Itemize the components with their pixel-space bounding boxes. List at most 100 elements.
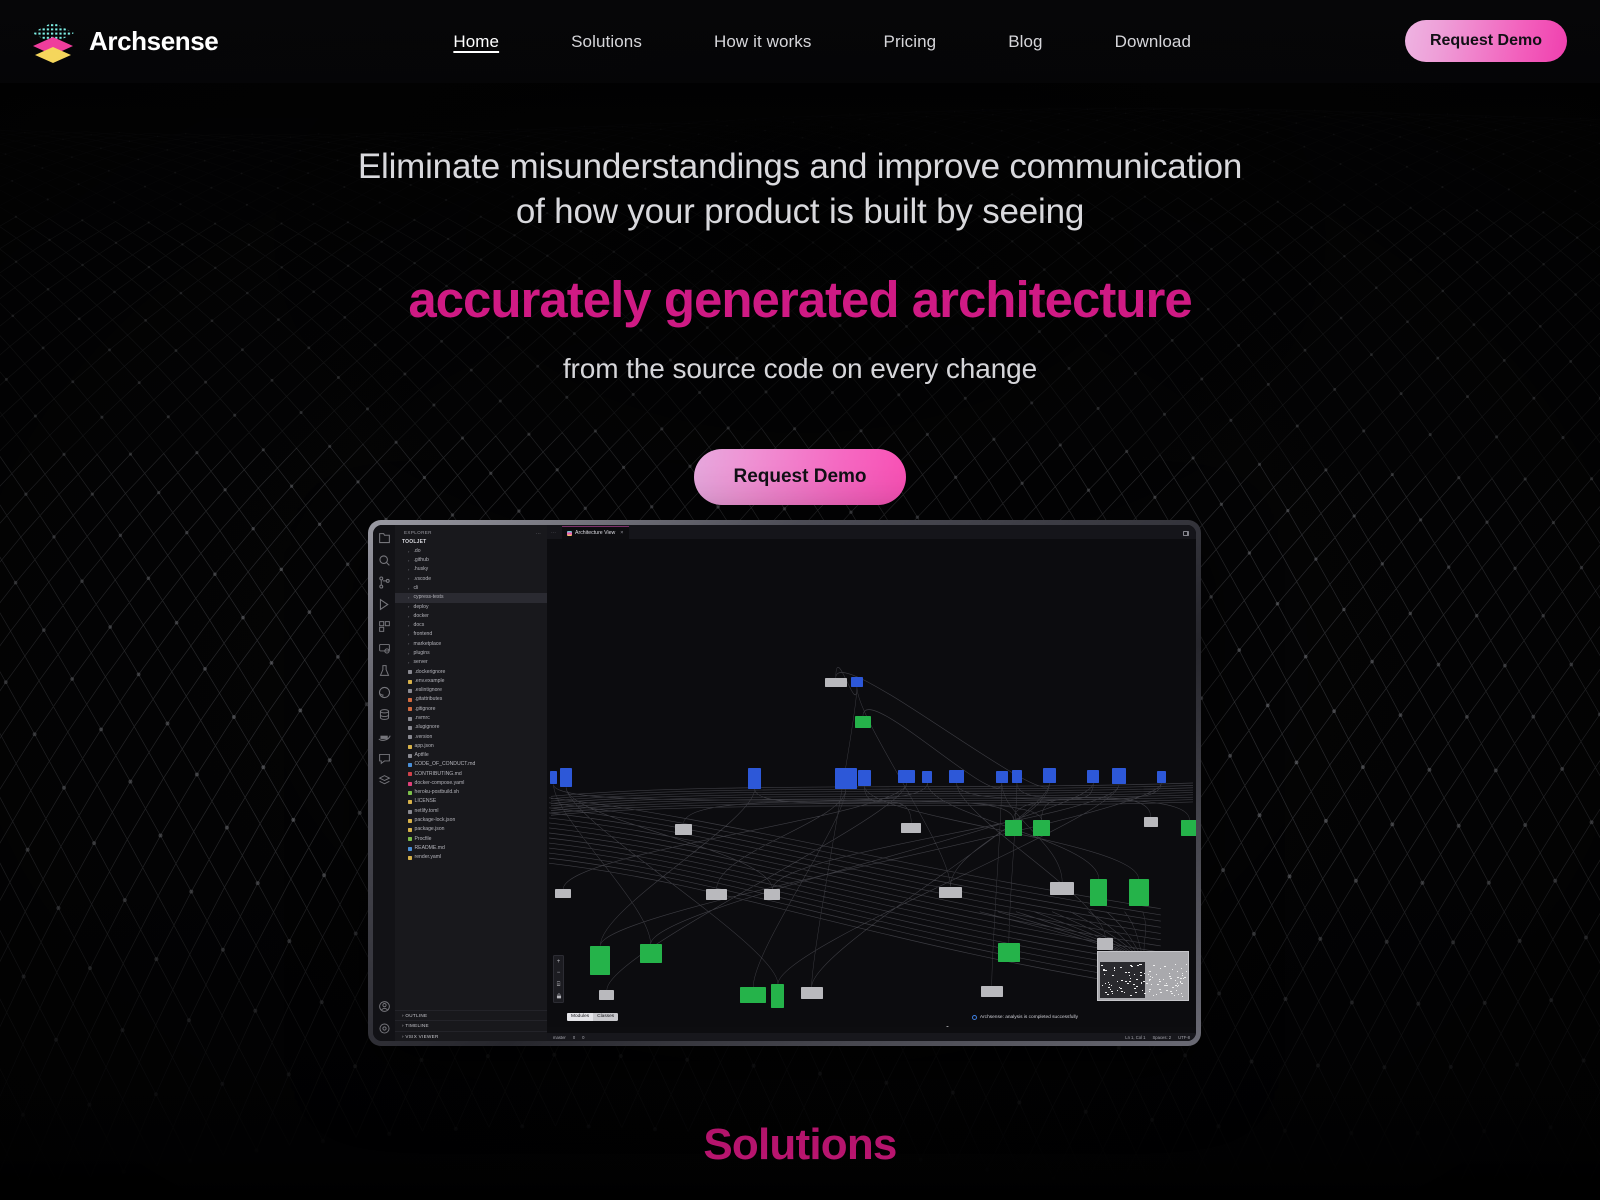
modules-toggle-button[interactable]: Modules xyxy=(567,1013,593,1021)
explorer-root-folder[interactable]: TOOLJET xyxy=(395,539,547,547)
graph-node[interactable] xyxy=(1181,820,1196,836)
database-icon[interactable] xyxy=(378,708,391,721)
nav-link-home[interactable]: Home xyxy=(453,26,499,58)
gear-icon[interactable] xyxy=(378,1022,391,1035)
status-cursor-position[interactable]: Ln 1, Col 1 xyxy=(1125,1035,1145,1040)
graph-node[interactable] xyxy=(590,946,610,976)
brand-logo-link[interactable]: Archsense xyxy=(30,20,218,64)
explorer-file-row[interactable]: .slugignore xyxy=(395,723,547,732)
tab-architecture-view[interactable]: Architecture View × xyxy=(562,526,629,539)
explorer-folder-row[interactable]: › .husky xyxy=(395,566,547,575)
explorer-file-row[interactable]: LICENSE xyxy=(395,798,547,807)
graph-node[interactable] xyxy=(560,768,572,787)
graph-node[interactable] xyxy=(998,943,1020,962)
explorer-panel-timeline[interactable]: › TIMELINE xyxy=(395,1020,547,1030)
classes-toggle-button[interactable]: Classes xyxy=(593,1013,618,1021)
graph-node[interactable] xyxy=(1050,882,1074,895)
explorer-file-row[interactable]: .nvmrc xyxy=(395,714,547,723)
nav-link-blog[interactable]: Blog xyxy=(1008,26,1042,58)
explorer-file-row[interactable]: package-lock.json xyxy=(395,816,547,825)
explorer-file-row[interactable]: README.md xyxy=(395,844,547,853)
explorer-file-row[interactable]: Procfile xyxy=(395,835,547,844)
split-editor-icon[interactable] xyxy=(1183,531,1189,536)
graph-node[interactable] xyxy=(922,771,932,783)
graph-node[interactable] xyxy=(706,889,727,899)
graph-node[interactable] xyxy=(898,770,915,783)
graph-minimap[interactable] xyxy=(1097,951,1189,1001)
architecture-graph-canvas[interactable]: + − ⌸ Modules Classes Archsense: analysi… xyxy=(547,539,1196,1027)
explorer-folder-row[interactable]: › .vscode xyxy=(395,575,547,584)
tab-bar-overflow-button[interactable]: ⋯ xyxy=(547,530,562,540)
explorer-folder-row[interactable]: › docker xyxy=(395,612,547,621)
graph-node[interactable] xyxy=(1157,771,1166,783)
graph-node[interactable] xyxy=(1129,879,1149,906)
zoom-out-icon[interactable]: − xyxy=(556,970,562,976)
explorer-file-row[interactable]: .gitattributes xyxy=(395,696,547,705)
request-demo-button-header[interactable]: Request Demo xyxy=(1405,20,1567,62)
graph-node[interactable] xyxy=(599,990,614,1000)
graph-node[interactable] xyxy=(981,986,1003,998)
github-icon[interactable] xyxy=(378,686,391,699)
nav-link-download[interactable]: Download xyxy=(1115,26,1191,58)
graph-node[interactable] xyxy=(550,771,557,784)
close-icon[interactable]: × xyxy=(620,530,623,536)
graph-node[interactable] xyxy=(771,984,784,1008)
graph-node[interactable] xyxy=(1112,768,1125,784)
run-debug-icon[interactable] xyxy=(378,598,391,611)
fit-view-icon[interactable]: ⌸ xyxy=(556,982,562,988)
explorer-folder-row[interactable]: › .do xyxy=(395,547,547,556)
status-errors[interactable]: 0 xyxy=(573,1035,575,1040)
explorer-folder-row[interactable]: › server xyxy=(395,658,547,667)
graph-node[interactable] xyxy=(855,716,871,728)
graph-node[interactable] xyxy=(949,770,963,783)
explorer-folder-row[interactable]: › marketplace xyxy=(395,640,547,649)
status-indentation[interactable]: Spaces: 2 xyxy=(1153,1035,1172,1040)
account-icon[interactable] xyxy=(378,1000,391,1013)
explorer-icon[interactable] xyxy=(378,532,391,545)
graph-node[interactable] xyxy=(901,823,921,833)
search-icon[interactable] xyxy=(378,554,391,567)
graph-node[interactable] xyxy=(748,768,761,789)
explorer-file-row[interactable]: app.json xyxy=(395,742,547,751)
graph-node[interactable] xyxy=(1097,938,1113,950)
explorer-file-row[interactable]: docker-compose.yaml xyxy=(395,779,547,788)
explorer-folder-row[interactable]: › cli xyxy=(395,584,547,593)
graph-node[interactable] xyxy=(835,768,857,789)
request-demo-button-hero[interactable]: Request Demo xyxy=(694,449,905,505)
explorer-folder-row[interactable]: › frontend xyxy=(395,631,547,640)
explorer-folder-row[interactable]: › .github xyxy=(395,556,547,565)
graph-node[interactable] xyxy=(858,770,871,786)
explorer-file-row[interactable]: CODE_OF_CONDUCT.md xyxy=(395,760,547,769)
graph-node[interactable] xyxy=(801,987,823,999)
explorer-file-row[interactable]: .gitignore xyxy=(395,705,547,714)
explorer-folder-row[interactable]: › docs xyxy=(395,621,547,630)
explorer-file-row[interactable]: Aptfile xyxy=(395,751,547,760)
extensions-icon[interactable] xyxy=(378,620,391,633)
explorer-panel-outline[interactable]: › OUTLINE xyxy=(395,1010,547,1020)
graph-node[interactable] xyxy=(851,677,863,687)
graph-node[interactable] xyxy=(1090,879,1107,906)
explorer-file-row[interactable]: netlify.toml xyxy=(395,807,547,816)
graph-node[interactable] xyxy=(764,889,780,899)
explorer-file-row[interactable]: CONTRIBUTING.md xyxy=(395,770,547,779)
graph-node[interactable] xyxy=(1033,820,1050,836)
status-branch[interactable]: master xyxy=(553,1035,566,1040)
layers-icon[interactable] xyxy=(378,774,391,787)
explorer-file-row[interactable]: .dockerignore xyxy=(395,668,547,677)
graph-node[interactable] xyxy=(1087,770,1099,783)
zoom-in-icon[interactable]: + xyxy=(556,959,562,965)
docker-icon[interactable] xyxy=(378,730,391,743)
explorer-file-row[interactable]: .eslintignore xyxy=(395,686,547,695)
explorer-more-button[interactable]: ... xyxy=(536,530,541,535)
explorer-file-row[interactable]: .version xyxy=(395,733,547,742)
graph-node[interactable] xyxy=(640,944,662,963)
comment-icon[interactable] xyxy=(378,752,391,765)
nav-link-how-it-works[interactable]: How it works xyxy=(714,26,812,58)
lock-icon[interactable] xyxy=(556,993,562,999)
graph-node[interactable] xyxy=(675,824,692,834)
graph-node[interactable] xyxy=(996,771,1008,783)
graph-node[interactable] xyxy=(1043,768,1056,783)
explorer-folder-row[interactable]: › deploy xyxy=(395,603,547,612)
graph-node[interactable] xyxy=(1012,770,1022,783)
graph-node[interactable] xyxy=(1005,820,1022,836)
